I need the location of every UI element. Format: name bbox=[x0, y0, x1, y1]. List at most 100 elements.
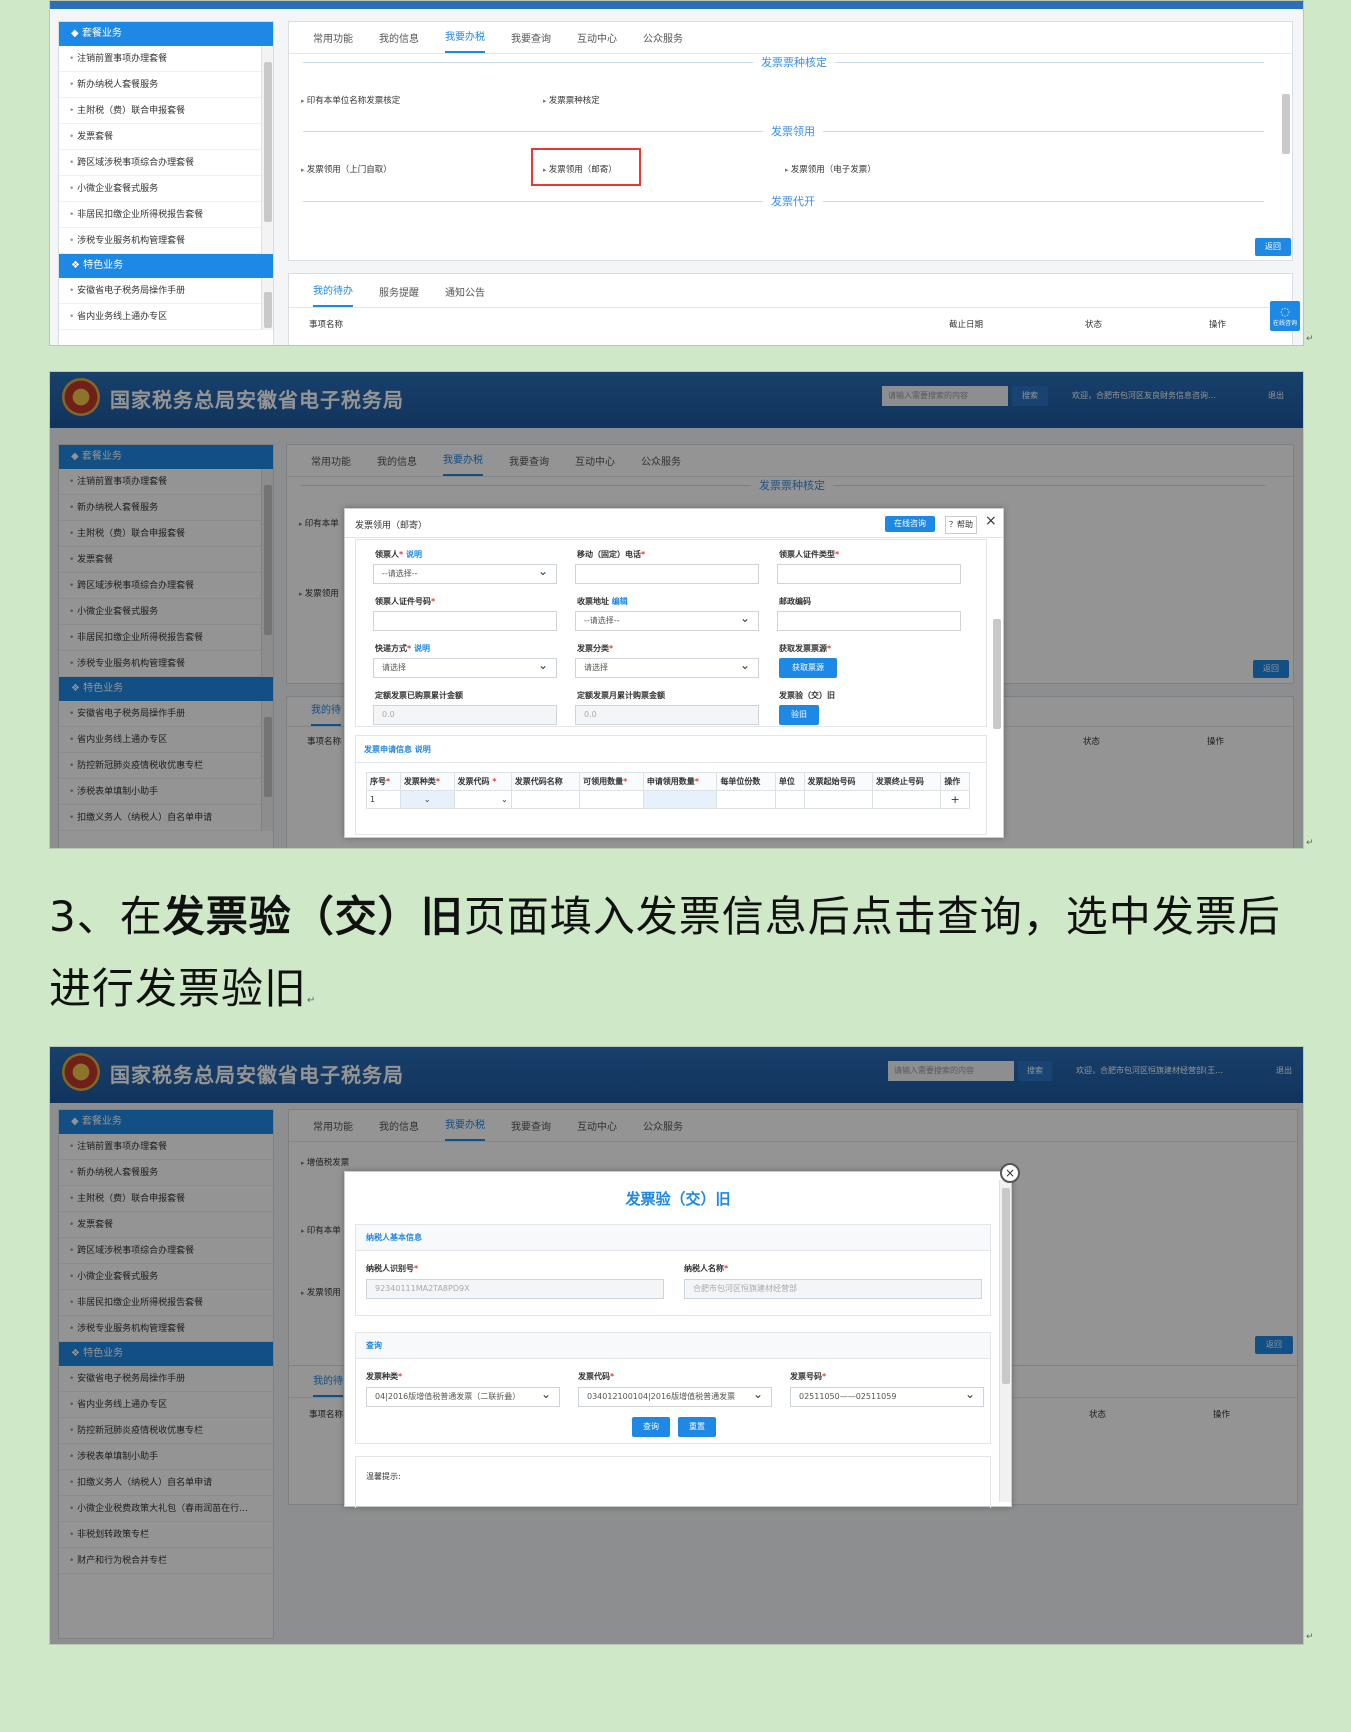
tab-notice[interactable]: 通知公告 bbox=[445, 284, 485, 307]
dialog-scrollbar[interactable] bbox=[999, 1180, 1011, 1502]
tab-interact[interactable]: 互动中心 bbox=[577, 30, 617, 53]
sidebar-scrollbar[interactable] bbox=[261, 278, 273, 330]
table-header-row: 序号* 发票种类* 发票代码 * 发票代码名称 可领用数量* 申请领用数量* 每… bbox=[366, 772, 970, 791]
sidebar-item[interactable]: 主附税（费）联合申报套餐 bbox=[59, 98, 273, 124]
sidebar-header-special[interactable]: ❖ 特色业务 bbox=[59, 254, 273, 278]
sidebar-item[interactable]: 发票套餐 bbox=[59, 124, 273, 150]
receiver-label: 领票人* 说明 bbox=[375, 550, 422, 559]
paragraph-mark: ↵ bbox=[1306, 1632, 1314, 1642]
instruction-line-2: 进行发票验旧↵ bbox=[49, 964, 317, 1013]
taxpayer-id-field[interactable]: 92340111MA2TA8PD9X bbox=[366, 1279, 664, 1299]
tab-public[interactable]: 公众服务 bbox=[643, 30, 683, 53]
sidebar-item[interactable]: 小微企业套餐式服务 bbox=[59, 176, 273, 202]
express-select[interactable]: 请选择 bbox=[373, 656, 557, 678]
tab-common[interactable]: 常用功能 bbox=[313, 30, 353, 53]
apply-explain-link[interactable]: 说明 bbox=[415, 745, 431, 754]
row-code-select[interactable]: ⌄ bbox=[453, 790, 512, 809]
phone-label: 移动（固定）电话* bbox=[577, 550, 646, 559]
category-select[interactable]: 请选择 bbox=[575, 656, 759, 678]
help-button[interactable]: ？帮助 bbox=[945, 516, 977, 534]
apply-title: 发票申请信息 说明 bbox=[364, 745, 431, 754]
consult-button[interactable]: 在线咨询 bbox=[885, 516, 935, 532]
tab-query[interactable]: 我要查询 bbox=[511, 30, 551, 53]
invoice-number-select[interactable]: 02511050——02511059 bbox=[790, 1385, 984, 1407]
paragraph-mark: ↵ bbox=[307, 995, 317, 1006]
reset-button[interactable]: 重置 bbox=[678, 1417, 716, 1437]
row-add-button[interactable]: + bbox=[940, 790, 970, 809]
tab-reminder[interactable]: 服务提醒 bbox=[379, 284, 419, 307]
apply-box: 发票申请信息 说明 序号* 发票种类* 发票代码 * 发票代码名称 可领用数量*… bbox=[355, 735, 987, 835]
link-invoice-pickup[interactable]: 发票领用（上门自取） bbox=[301, 163, 392, 175]
phone-field[interactable] bbox=[575, 564, 759, 584]
th-code-name: 发票代码名称 bbox=[510, 772, 581, 791]
section-divider: 发票代开 bbox=[303, 193, 1264, 209]
dialog-title: 发票验（交）旧 bbox=[625, 1190, 731, 1208]
close-icon[interactable]: × bbox=[985, 513, 997, 529]
taxpayer-name-field[interactable]: 合肥市包河区恒旗建材经营部 bbox=[684, 1279, 982, 1299]
section-divider: 发票领用 bbox=[303, 123, 1264, 139]
link-invoice-electronic[interactable]: 发票领用（电子发票） bbox=[785, 163, 876, 175]
consult-button[interactable]: ◌ 在线咨询 bbox=[1270, 301, 1300, 331]
sidebar-item[interactable]: 省内业务线上通办专区 bbox=[59, 304, 273, 330]
paragraph-mark: ↵ bbox=[1306, 334, 1314, 344]
row-per-unit bbox=[716, 790, 776, 809]
dialog-scrollbar[interactable] bbox=[991, 539, 1003, 835]
invoice-type-label: 发票种类* bbox=[366, 1372, 403, 1381]
invoice-number-label: 发票号码* bbox=[790, 1372, 827, 1381]
close-icon[interactable]: × bbox=[1000, 1163, 1020, 1183]
return-button[interactable]: 返回 bbox=[1255, 238, 1291, 256]
sidebar-item[interactable]: 非居民扣缴企业所得税报告套餐 bbox=[59, 202, 273, 228]
th-no: 序号* bbox=[366, 772, 401, 791]
postcode-field[interactable] bbox=[777, 611, 961, 631]
dialog-divider bbox=[345, 537, 1003, 538]
sidebar-header-package[interactable]: ◆ 套餐业务 bbox=[59, 22, 273, 46]
express-explain-link[interactable]: 说明 bbox=[414, 644, 430, 653]
quota-total-field[interactable]: 0.0 bbox=[373, 705, 557, 725]
quota-month-field[interactable]: 0.0 bbox=[575, 705, 759, 725]
invoice-code-select[interactable]: 034012100104|2016版增值税普通发票 bbox=[578, 1387, 772, 1407]
invoice-check-dialog: 发票验（交）旧 纳税人基本信息 纳税人识别号* 92340111MA2TA8PD… bbox=[344, 1171, 1012, 1508]
invoice-mail-dialog: 发票领用（邮寄） 在线咨询 ？帮助 × 领票人* 说明 --请选择-- 移动（固… bbox=[344, 508, 1004, 838]
sidebar-item[interactable]: 安徽省电子税务局操作手册 bbox=[59, 278, 273, 304]
receiver-explain-link[interactable]: 说明 bbox=[406, 550, 422, 559]
link-unit-invoice-approval[interactable]: 印有本单位名称发票核定 bbox=[301, 94, 401, 106]
get-source-button[interactable]: 获取票源 bbox=[779, 658, 837, 678]
check-old-button[interactable]: 验旧 bbox=[779, 705, 819, 725]
link-invoice-type-approval[interactable]: 发票票种核定 bbox=[543, 94, 600, 106]
th-per-unit: 每单位份数 bbox=[716, 772, 776, 791]
row-type-select[interactable]: ⌄ bbox=[399, 790, 455, 809]
sidebar-item[interactable]: 涉税专业服务机构管理套餐 bbox=[59, 228, 273, 254]
row-apply-qty[interactable] bbox=[642, 790, 718, 809]
address-edit-link[interactable]: 编辑 bbox=[612, 597, 628, 606]
tab-tax[interactable]: 我要办税 bbox=[445, 28, 485, 53]
headset-icon: ◌ bbox=[1280, 305, 1290, 318]
sidebar-item[interactable]: 注销前置事项办理套餐 bbox=[59, 46, 273, 72]
tab-my-info[interactable]: 我的信息 bbox=[379, 30, 419, 53]
sidebar-item[interactable]: 新办纳税人套餐服务 bbox=[59, 72, 273, 98]
paragraph-mark: ↵ bbox=[1306, 838, 1314, 848]
tip-box: 温馨提示: bbox=[355, 1456, 991, 1508]
taxpayer-id-label: 纳税人识别号* bbox=[366, 1264, 419, 1273]
screenshot-3: 国家税务总局安徽省电子税务局 请输入需要搜索的内容 搜索 欢迎，合肥市包河区恒旗… bbox=[49, 1046, 1304, 1645]
tip-title: 温馨提示: bbox=[366, 1472, 401, 1481]
invoice-type-select[interactable]: 04|2016版增值税普通发票（二联折叠） bbox=[366, 1387, 560, 1407]
th-apply-qty: 申请领用数量* bbox=[642, 772, 718, 791]
id-no-field[interactable] bbox=[373, 611, 557, 631]
apply-divider bbox=[356, 762, 986, 763]
sidebar-scrollbar[interactable] bbox=[261, 46, 273, 254]
id-type-field[interactable] bbox=[777, 564, 961, 584]
tab-todo[interactable]: 我的待办 bbox=[313, 282, 353, 307]
screenshot-2: 国家税务总局安徽省电子税务局 请输入需要搜索的内容 搜索 欢迎，合肥市包河区友良… bbox=[49, 371, 1304, 849]
quota-total-label: 定额发票已购票累计金额 bbox=[375, 691, 463, 700]
id-type-label: 领票人证件类型* bbox=[779, 550, 840, 559]
address-select[interactable]: --请选择-- bbox=[575, 609, 759, 631]
todo-panel: 我的待办 服务提醒 通知公告 事项名称 截止日期 状态 操作 bbox=[288, 273, 1293, 345]
row-start-no bbox=[803, 790, 873, 809]
receiver-select[interactable]: --请选择-- bbox=[373, 562, 557, 584]
sidebar-item[interactable]: 跨区域涉税事项综合办理套餐 bbox=[59, 150, 273, 176]
sidebar: ◆ 套餐业务 注销前置事项办理套餐 新办纳税人套餐服务 主附税（费）联合申报套餐… bbox=[58, 21, 274, 345]
query-button[interactable]: 查询 bbox=[632, 1417, 670, 1437]
apply-table: 序号* 发票种类* 发票代码 * 发票代码名称 可领用数量* 申请领用数量* 每… bbox=[366, 772, 970, 809]
panel-scrollbar[interactable] bbox=[1280, 54, 1292, 254]
row-end-no bbox=[871, 790, 942, 809]
